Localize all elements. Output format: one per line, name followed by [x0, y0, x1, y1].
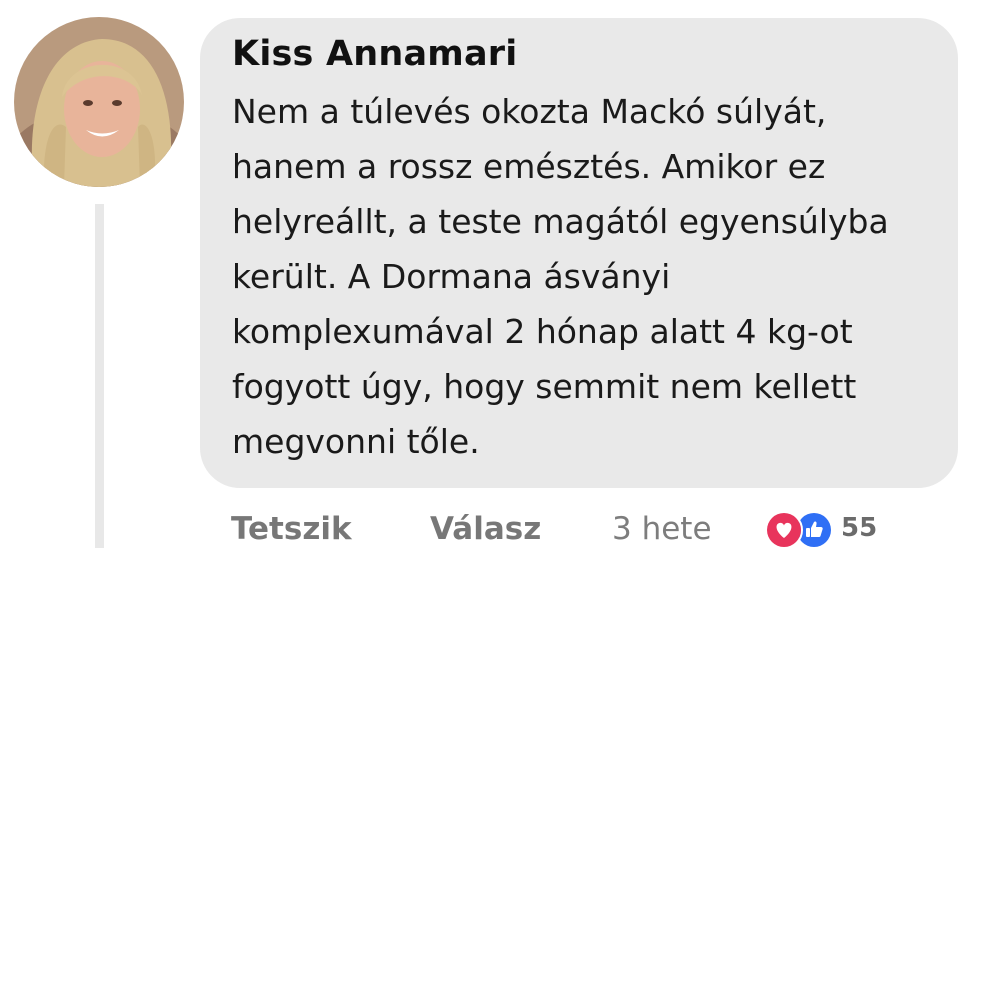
- comment-bubble: Kiss Annamari Nem a túlevés okozta Mackó…: [200, 18, 958, 488]
- love-icon: [765, 511, 803, 549]
- avatar-photo: [14, 17, 184, 187]
- comment-text: Nem a túlevés okozta Mackó súlyát, hanem…: [232, 92, 889, 461]
- comment-actions: Tetszik Válasz 3 hete 55: [231, 505, 931, 553]
- thread-line: [95, 204, 104, 548]
- like-button[interactable]: Tetszik: [231, 505, 352, 553]
- comment-thread: Kiss Annamari Nem a túlevés okozta Mackó…: [0, 0, 1000, 1000]
- reaction-count: 55: [841, 513, 878, 543]
- comment-timestamp[interactable]: 3 hete: [612, 505, 712, 553]
- avatar[interactable]: [14, 17, 184, 187]
- reaction-summary[interactable]: 55: [765, 507, 895, 549]
- comment-author[interactable]: Kiss Annamari: [232, 32, 928, 76]
- reply-button[interactable]: Válasz: [430, 505, 541, 553]
